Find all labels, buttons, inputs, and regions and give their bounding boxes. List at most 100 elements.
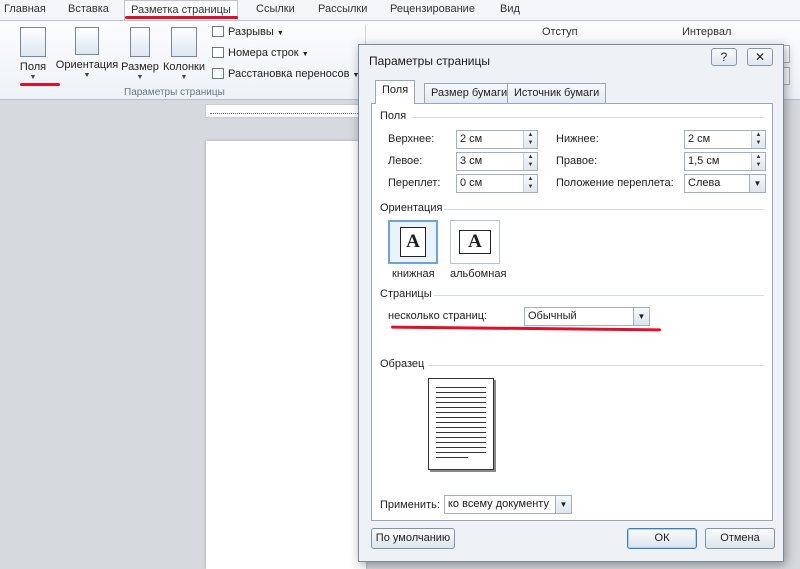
help-button[interactable]: ? [711,48,737,66]
orientation-button-label: Ориентация [55,59,119,71]
tab-references[interactable]: Ссылки [256,3,295,15]
gutter-spinner[interactable]: 0 см ▲ ▼ [456,174,538,193]
landscape-option[interactable]: A [450,220,500,264]
spinner-arrows-icon[interactable]: ▲ ▼ [523,175,537,192]
chevron-down-icon: ▼ [180,74,188,81]
dialog-panel: Поля Верхнее: 2 см ▲ ▼ Нижнее: 2 см ▲ ▼ Ле… [371,103,773,521]
preview-line [436,422,486,423]
ok-button[interactable]: ОК [627,528,697,549]
section-orientation: Ориентация [380,202,443,214]
horizontal-ruler[interactable] [205,104,365,118]
orientation-button[interactable]: Ориентация ▼ [55,27,119,79]
hyphenation-button[interactable]: Расстановка переносов ▼ [212,68,359,80]
chevron-down-icon: ▼ [136,74,144,81]
line-numbers-button[interactable]: Номера строк ▼ [212,47,309,59]
top-margin-label: Верхнее: [388,133,435,145]
columns-icon [171,27,197,57]
spinner-arrows-icon[interactable]: ▲ ▼ [751,131,765,148]
tab-paper-source[interactable]: Источник бумаги [507,83,607,103]
section-pages: Страницы [380,288,432,300]
preview-line [436,432,486,433]
section-margins: Поля [380,110,407,122]
divider [412,117,764,118]
chevron-down-icon[interactable]: ▼ [749,175,765,192]
left-margin-spinner[interactable]: 3 см ▲ ▼ [456,152,538,171]
preview-line [436,392,486,393]
annotation-underline-tab [125,16,238,19]
preview-line [436,402,486,403]
apply-label: Применить: [380,499,440,511]
gutter-position-label: Положение переплета: [556,177,674,189]
orientation-icon [75,27,99,55]
portrait-option[interactable]: A [388,220,438,264]
preview-line [436,412,486,413]
gutter-position-select[interactable]: Слева ▼ [684,174,766,193]
annotation-underline-fields [20,83,60,86]
page-preview [428,378,494,470]
hyphenation-label: Расстановка переносов [228,68,350,80]
tab-paper-size[interactable]: Размер бумаги [424,83,515,103]
preview-line [436,427,486,428]
chevron-down-icon: ▼ [83,72,91,79]
chevron-down-icon: ▼ [276,30,284,37]
divider [428,365,764,366]
top-margin-spinner[interactable]: 2 см ▲ ▼ [456,130,538,149]
breaks-icon [212,26,224,37]
tab-home[interactable]: Главная [4,3,46,15]
chevron-down-icon: ▼ [29,74,37,81]
indent-label: Отступ [542,26,578,38]
tab-insert[interactable]: Вставка [68,3,109,15]
spinner-arrows-icon[interactable]: ▲ ▼ [751,153,765,170]
line-numbers-label: Номера строк [228,47,299,59]
preview-line [436,397,486,398]
group-label-page-setup: Параметры страницы [124,87,225,98]
multiple-pages-label: несколько страниц: [388,310,488,322]
preview-line [436,437,486,438]
landscape-page-icon: A [459,230,491,254]
landscape-label: альбомная [450,268,507,280]
preview-line [436,442,486,443]
bottom-margin-spinner[interactable]: 2 см ▲ ▼ [684,130,766,149]
tab-margins[interactable]: Поля [375,80,416,104]
apply-to-select[interactable]: ко всему документу ▼ [444,495,572,514]
tab-mailings[interactable]: Рассылки [318,3,367,15]
line-numbers-icon [212,47,224,58]
multiple-pages-value: Обычный [528,310,577,322]
cancel-button[interactable]: Отмена [705,528,775,549]
preview-line [436,407,486,408]
chevron-down-icon[interactable]: ▼ [555,496,571,513]
chevron-down-icon[interactable]: ▼ [633,308,649,325]
preview-line [436,387,486,388]
margins-button[interactable]: Поля ▼ [14,27,52,81]
close-button[interactable]: ✕ [747,48,773,66]
right-margin-value: 1,5 см [688,155,720,167]
left-margin-value: 3 см [460,155,483,167]
multiple-pages-select[interactable]: Обычный ▼ [524,307,650,326]
margins-icon [20,27,46,57]
breaks-button[interactable]: Разрывы ▼ [212,26,284,38]
breaks-label: Разрывы [228,26,274,38]
divider [444,209,764,210]
columns-button-label: Колонки [163,61,205,73]
portrait-label: книжная [392,268,435,280]
left-margin-label: Левое: [388,155,423,167]
spinner-arrows-icon[interactable]: ▲ ▼ [523,131,537,148]
preview-line [436,457,468,458]
hyphenation-icon [212,68,224,79]
dialog-title: Параметры страницы [369,54,490,68]
gutter-value: 0 см [460,177,483,189]
ruler-ticks [210,109,360,114]
interval-label: Интервал [682,26,732,38]
size-button-label: Размер [121,61,159,73]
spinner-arrows-icon[interactable]: ▲ ▼ [523,153,537,170]
tab-review[interactable]: Рецензирование [390,3,475,15]
set-default-button[interactable]: По умолчанию [371,528,455,549]
columns-button[interactable]: Колонки ▼ [162,27,206,81]
divider [434,295,764,296]
right-margin-spinner[interactable]: 1,5 см ▲ ▼ [684,152,766,171]
document-page[interactable] [206,141,366,569]
size-button[interactable]: Размер ▼ [121,27,159,81]
apply-to-value: ко всему документу [448,498,549,510]
tab-view[interactable]: Вид [500,3,520,15]
preview-line [436,447,486,448]
